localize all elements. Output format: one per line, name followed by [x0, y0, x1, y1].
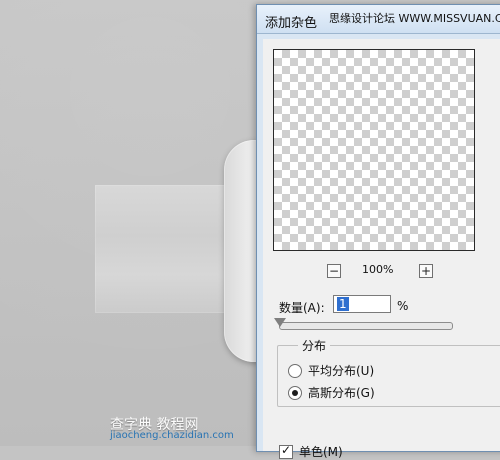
- gaussian-label: 高斯分布(G): [308, 386, 375, 400]
- canvas-shape: [95, 185, 225, 313]
- footer-watermark: 查字典 教程网 jiaocheng.chazidian.com: [110, 414, 260, 444]
- amount-unit: %: [397, 299, 409, 313]
- monochrome-checkbox[interactable]: [279, 443, 293, 459]
- amount-label: 数量(A):: [279, 301, 325, 315]
- zoom-in-button[interactable]: +: [419, 264, 433, 278]
- amount-slider[interactable]: [274, 318, 453, 330]
- dialog-titlebar: 添加杂色 思缘设计论坛 WWW.MISSVUAN.COM: [257, 5, 500, 34]
- slider-thumb[interactable]: [274, 318, 286, 327]
- dialog-client-area: − 100% + 数量(A): 1 % 分布 平均分布(U) 高斯分布(G) 单: [263, 39, 500, 459]
- watermark-text: 思缘设计论坛 WWW.MISSVUAN.COM: [329, 12, 500, 25]
- zoom-controls: − 100% +: [327, 263, 437, 279]
- uniform-radio[interactable]: [288, 363, 302, 378]
- preview-area[interactable]: [273, 49, 475, 251]
- uniform-label: 平均分布(U): [308, 364, 375, 378]
- distribution-title: 分布: [298, 337, 331, 354]
- uniform-option[interactable]: 平均分布(U): [288, 362, 374, 379]
- gaussian-option[interactable]: 高斯分布(G): [288, 384, 375, 401]
- zoom-out-button[interactable]: −: [327, 264, 341, 278]
- footer-watermark-line2: jiaocheng.chazidian.com: [110, 430, 234, 441]
- gaussian-radio[interactable]: [288, 385, 302, 400]
- distribution-group: 分布 平均分布(U) 高斯分布(G): [277, 337, 500, 407]
- amount-input[interactable]: 1: [333, 295, 391, 313]
- amount-value: 1: [337, 297, 349, 311]
- add-noise-dialog: 添加杂色 思缘设计论坛 WWW.MISSVUAN.COM − 100% + 数量…: [256, 4, 500, 459]
- dialog-title: 添加杂色: [265, 16, 318, 31]
- zoom-level: 100%: [362, 263, 394, 276]
